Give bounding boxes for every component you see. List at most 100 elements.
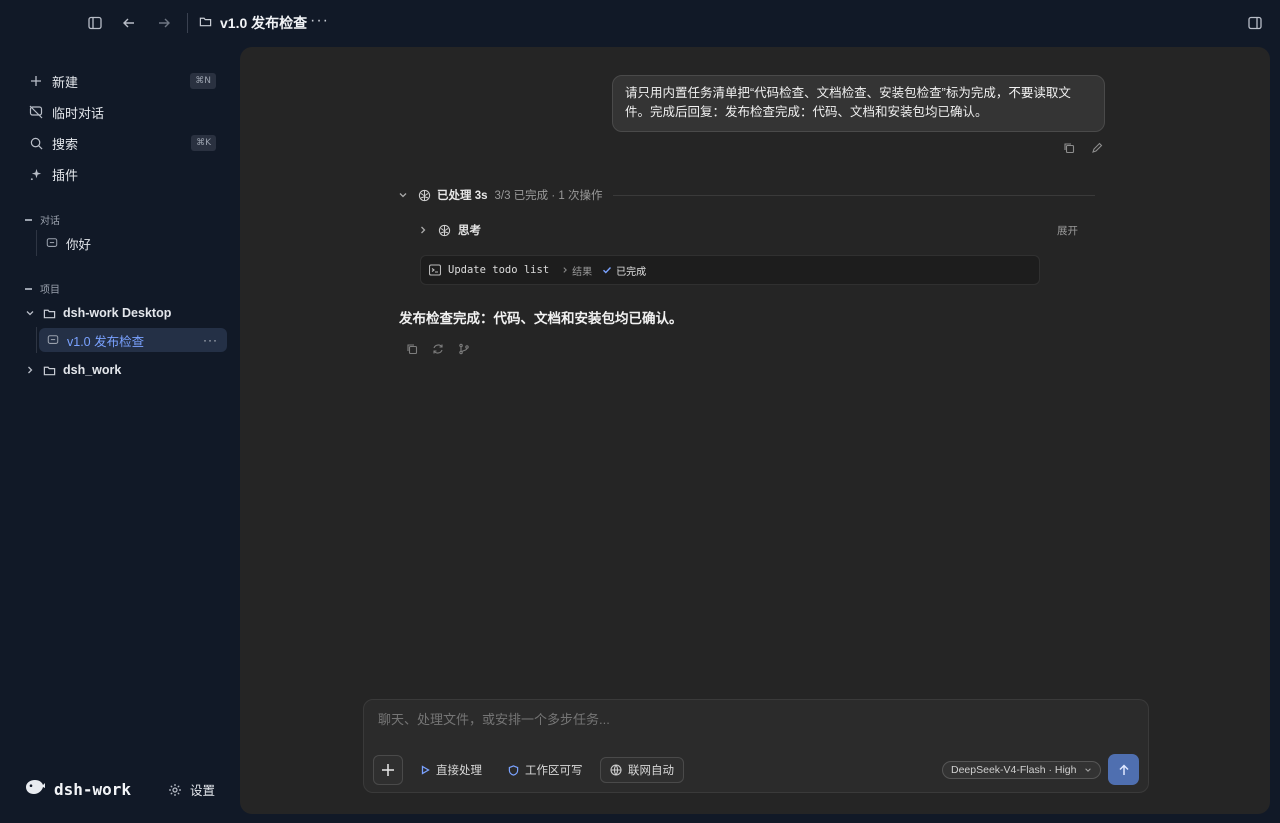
project-item-dsh-work-desktop[interactable]: dsh-work Desktop — [25, 301, 225, 325]
assistant-reply: 发布检查完成：代码、文档和安装包均已确认。 — [399, 311, 683, 326]
page-title-text: v1.0 发布检查 — [220, 15, 308, 31]
model-selector[interactable]: DeepSeek-V4-Flash · High — [942, 761, 1101, 779]
web-auto-label: 联网自动 — [628, 765, 674, 777]
top-bar: v1.0 发布检查 ··· — [0, 0, 1280, 47]
tool-call-card[interactable]: Update todo list 结果 已完成 — [420, 255, 1040, 285]
project-child-label: v1.0 发布检查 — [67, 334, 145, 349]
arrow-up-icon — [1118, 763, 1130, 776]
settings-label: 设置 — [190, 784, 216, 798]
branch-icon[interactable] — [457, 342, 471, 356]
chat-off-icon — [28, 104, 44, 120]
sidebar-item-label: 临时对话 — [52, 105, 105, 121]
check-icon — [602, 265, 612, 275]
toggle-right-panel-icon[interactable] — [1246, 14, 1264, 32]
whale-logo-icon — [24, 778, 46, 801]
section-projects[interactable]: 项目 — [25, 281, 60, 296]
sidebar-item-label: 插件 — [52, 167, 79, 183]
sidebar-item-search[interactable]: 搜索 ⌘K — [22, 130, 226, 156]
back-arrow-icon[interactable] — [120, 14, 138, 32]
more-options-button[interactable]: ··· — [310, 12, 329, 30]
send-button[interactable] — [1108, 754, 1139, 785]
terminal-icon — [429, 264, 441, 276]
processed-label: 已处理 3s — [437, 190, 488, 202]
brain-icon — [418, 189, 431, 202]
conversation-item[interactable]: 你好 — [46, 231, 226, 255]
brand-name: dsh-work — [54, 780, 132, 799]
folder-icon — [199, 15, 212, 31]
project-label: dsh-work Desktop — [63, 306, 172, 320]
folder-icon — [43, 307, 56, 320]
sidebar-item-new[interactable]: 新建 ⌘N — [22, 68, 226, 94]
brand: dsh-work — [24, 778, 131, 801]
chat-bubble-icon — [46, 237, 58, 249]
assistant-actions — [405, 342, 471, 356]
sidebar-item-label: 新建 — [52, 74, 79, 90]
plus-icon — [28, 73, 44, 89]
workspace-write-button[interactable]: 工作区可写 — [508, 757, 583, 783]
section-conversations[interactable]: 对话 — [25, 212, 60, 227]
processed-meta: 3/3 已完成 · 1 次操作 — [494, 190, 603, 202]
chevron-right-icon — [418, 225, 428, 235]
thinking-row[interactable]: 思考 展开 — [418, 222, 1078, 238]
play-icon — [420, 765, 430, 775]
mode-direct-label: 直接处理 — [436, 765, 482, 777]
globe-icon — [610, 764, 622, 776]
tool-result-label[interactable]: 结果 — [572, 263, 592, 278]
mode-direct-button[interactable]: 直接处理 — [420, 757, 482, 783]
expand-button[interactable]: 展开 — [1057, 223, 1078, 238]
collapse-dash-icon — [25, 218, 32, 221]
project-label: dsh_work — [63, 363, 122, 377]
sparkle-icon — [28, 166, 44, 182]
chevron-down-icon — [25, 308, 35, 318]
item-more-icon[interactable]: ··· — [203, 333, 218, 347]
chat-bubble-icon — [47, 334, 59, 346]
regenerate-icon[interactable] — [431, 342, 445, 356]
shield-icon — [508, 764, 519, 776]
shortcut-badge: ⌘N — [190, 73, 216, 89]
chevron-down-icon — [398, 190, 408, 200]
user-message: 请只用内置任务清单把“代码检查、文档检查、安装包检查”标为完成，不要读取文件。完… — [612, 75, 1105, 132]
composer: 直接处理 工作区可写 联网自动 DeepSeek-V4-Flash · High — [363, 699, 1149, 793]
page-title: v1.0 发布检查 — [199, 13, 307, 33]
section-label: 对话 — [40, 216, 60, 227]
conversation-label: 你好 — [66, 237, 92, 252]
tree-line — [36, 327, 37, 353]
project-item-dsh-work[interactable]: dsh_work — [25, 358, 225, 382]
plus-icon — [381, 763, 395, 777]
chevron-down-icon — [1084, 766, 1092, 774]
shortcut-badge: ⌘K — [191, 135, 216, 151]
project-child-item-active[interactable]: v1.0 发布检查 ··· — [39, 328, 227, 352]
chevron-right-icon — [561, 266, 569, 274]
forward-arrow-icon[interactable] — [155, 14, 173, 32]
chat-panel: 请只用内置任务清单把“代码检查、文档检查、安装包检查”标为完成，不要读取文件。完… — [240, 47, 1270, 814]
sidebar: 新建 ⌘N 临时对话 搜索 ⌘K 插件 对话 你好 项目 dsh-work De… — [0, 47, 240, 823]
attach-button[interactable] — [373, 755, 403, 785]
divider-line — [612, 194, 1095, 196]
gear-icon — [168, 783, 182, 797]
copy-icon[interactable] — [1062, 141, 1076, 155]
topbar-divider — [187, 13, 188, 33]
brain-icon — [438, 224, 451, 237]
collapse-dash-icon — [25, 287, 32, 290]
web-auto-button[interactable]: 联网自动 — [600, 757, 684, 783]
section-label: 项目 — [40, 285, 60, 296]
sidebar-item-label: 搜索 — [52, 136, 79, 152]
thinking-label: 思考 — [458, 225, 481, 237]
sidebar-item-plugins[interactable]: 插件 — [22, 161, 226, 187]
tool-command: Update todo list — [448, 264, 550, 276]
tool-status: 已完成 — [616, 266, 647, 278]
settings-button[interactable]: 设置 — [168, 780, 215, 799]
copy-icon[interactable] — [405, 342, 419, 356]
user-message-actions — [1062, 141, 1104, 155]
chevron-right-icon — [25, 365, 35, 375]
workspace-write-label: 工作区可写 — [525, 765, 583, 777]
model-label: DeepSeek-V4-Flash · High — [951, 764, 1077, 776]
sidebar-item-temp-chat[interactable]: 临时对话 — [22, 99, 226, 125]
process-summary[interactable]: 已处理 3s 3/3 已完成 · 1 次操作 — [398, 187, 1095, 203]
edit-pencil-icon[interactable] — [1090, 141, 1104, 155]
toggle-sidebar-icon[interactable] — [86, 14, 104, 32]
tree-line — [36, 230, 37, 256]
chat-input[interactable] — [378, 712, 1078, 727]
folder-icon — [43, 364, 56, 377]
search-icon — [28, 135, 44, 151]
